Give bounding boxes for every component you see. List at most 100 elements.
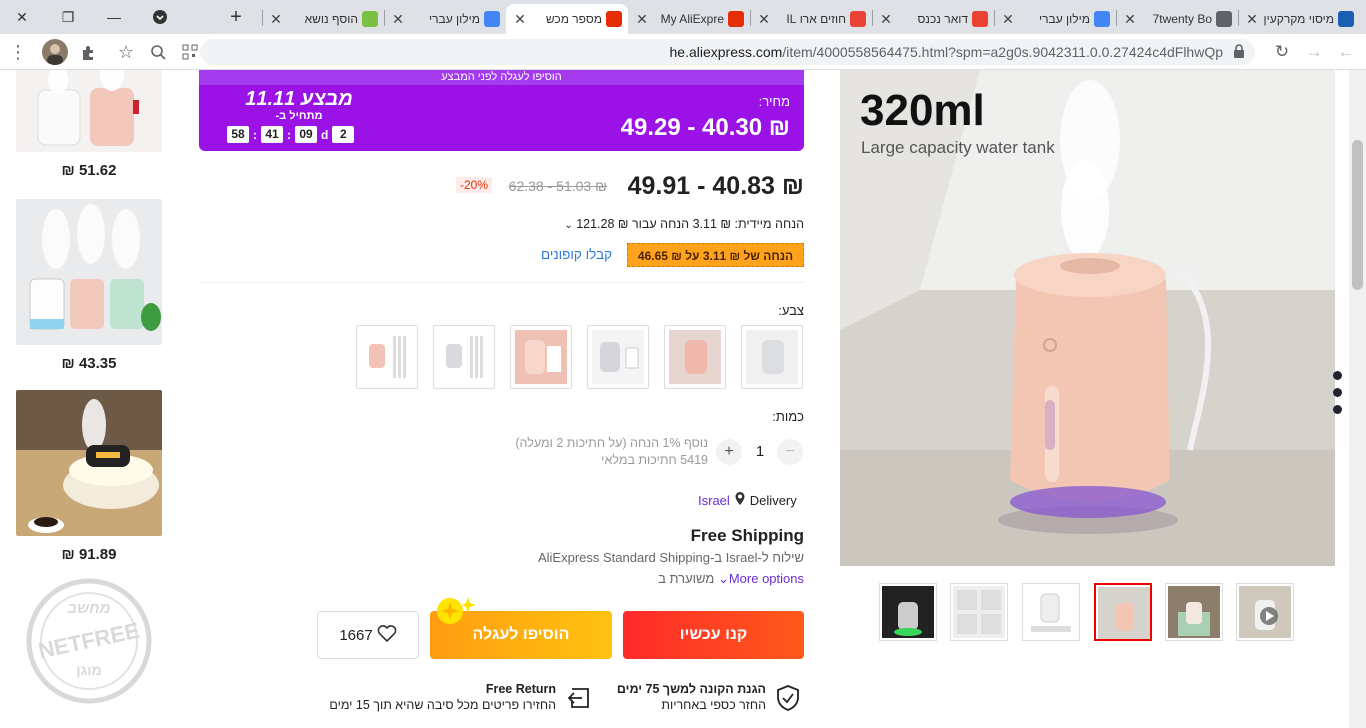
address-bar[interactable]: he.aliexpress.com/item/4000558564475.htm… bbox=[200, 39, 1255, 65]
chevron-down-icon: ⌄ bbox=[717, 571, 729, 586]
back-arrow-icon[interactable]: ← bbox=[1334, 40, 1358, 64]
watermark-top-text: מחשב bbox=[67, 600, 111, 617]
reload-icon[interactable]: ↻ bbox=[1270, 40, 1294, 64]
tab-title: דואר נכנס bbox=[917, 12, 968, 26]
qr-code-icon[interactable] bbox=[178, 40, 202, 64]
buy-now-button[interactable]: קנו עכשיו bbox=[623, 611, 804, 659]
delivery-country-link[interactable]: Israel bbox=[698, 493, 730, 508]
more-options-label: More options bbox=[728, 571, 804, 586]
free-shipping-title: Free Shipping bbox=[690, 526, 804, 545]
instant-discount-label: הנחה מיידית: ₪ 3.11 הנחה עבור ₪ 121.28 bbox=[576, 217, 804, 231]
menu-dots-icon[interactable]: ⋮ bbox=[6, 40, 30, 64]
color-label: צבע: bbox=[778, 303, 804, 318]
tab-title: מספר מכש bbox=[545, 12, 602, 26]
countdown-minutes: 41 bbox=[261, 126, 283, 143]
main-product-image[interactable]: 320ml Large capacity water tank bbox=[840, 70, 1335, 566]
recommendation-image[interactable] bbox=[16, 70, 162, 152]
forward-arrow-icon[interactable]: → bbox=[1302, 40, 1326, 64]
close-tab-icon[interactable]: ✕ bbox=[268, 11, 284, 28]
browser-tab[interactable]: ✕ My AliExpre bbox=[628, 4, 750, 34]
extensions-icon[interactable] bbox=[76, 40, 100, 64]
tab-title: מיסוי מקרקעין bbox=[1263, 12, 1334, 26]
gmail-icon bbox=[850, 11, 866, 27]
quantity-value[interactable]: 1 bbox=[748, 443, 772, 460]
gmail-icon bbox=[972, 11, 988, 27]
browser-tab[interactable]: ✕ דואר נכנס bbox=[872, 4, 994, 34]
carousel-dots[interactable] bbox=[1333, 371, 1342, 414]
recommendation-card[interactable]: 43.35 ₪ bbox=[16, 199, 162, 372]
recommendation-price: 91.89 ₪ bbox=[61, 546, 117, 563]
close-tab-icon[interactable]: ✕ bbox=[1122, 11, 1138, 28]
tab-search-icon[interactable] bbox=[138, 0, 182, 34]
recommendation-price: 51.62 ₪ bbox=[61, 162, 117, 179]
close-tab-icon[interactable]: ✕ bbox=[390, 11, 406, 28]
browser-tab[interactable]: ✕ מילון עברי bbox=[384, 4, 506, 34]
close-tab-icon[interactable]: ✕ bbox=[634, 11, 650, 28]
recommendation-card[interactable]: 91.89 ₪ bbox=[16, 390, 162, 563]
get-coupons-link[interactable]: קבלו קופונים bbox=[541, 247, 612, 262]
close-tab-icon[interactable]: ✕ bbox=[1244, 11, 1260, 28]
color-option[interactable] bbox=[356, 325, 418, 389]
gallery-image-title: 320ml bbox=[860, 86, 985, 135]
restore-window-icon[interactable]: ❐ bbox=[46, 0, 90, 34]
new-tab-button[interactable]: + bbox=[214, 0, 258, 34]
zoom-icon[interactable] bbox=[146, 40, 170, 64]
color-option[interactable] bbox=[741, 325, 803, 389]
color-option[interactable] bbox=[664, 325, 726, 389]
coupon-badge[interactable]: הנחה של ₪ 3.11 על ₪ 46.65 bbox=[627, 243, 804, 267]
sale-title: מבצע 11.11 bbox=[245, 88, 353, 110]
close-tab-icon[interactable]: ✕ bbox=[1000, 11, 1016, 28]
browser-tab[interactable]: ✕ הוסף נושא bbox=[262, 4, 384, 34]
close-tab-icon[interactable]: ✕ bbox=[512, 11, 528, 28]
scrollbar-thumb[interactable] bbox=[1352, 140, 1363, 290]
bookmark-star-icon[interactable]: ☆ bbox=[114, 40, 138, 64]
tab-title: My AliExpre bbox=[660, 12, 724, 26]
color-option[interactable] bbox=[433, 325, 495, 389]
gallery-thumbnail[interactable] bbox=[1022, 583, 1080, 641]
browser-tab[interactable]: ✕ מיסוי מקרקעין bbox=[1238, 4, 1360, 34]
quantity-increase-button[interactable]: + bbox=[716, 439, 742, 465]
color-option[interactable] bbox=[510, 325, 572, 389]
gallery-thumbnail[interactable] bbox=[879, 583, 937, 641]
recommendation-image[interactable] bbox=[16, 199, 162, 345]
google-icon bbox=[484, 11, 500, 27]
page-scrollbar[interactable] bbox=[1349, 70, 1366, 728]
countdown-days: 2 bbox=[332, 126, 355, 143]
close-tab-icon[interactable]: ✕ bbox=[878, 11, 894, 28]
minimize-window-icon[interactable]: — bbox=[92, 0, 136, 34]
delivery-row: Israel Delivery bbox=[698, 492, 797, 508]
close-window-icon[interactable]: ✕ bbox=[0, 0, 44, 34]
free-return-title: Free Return bbox=[485, 682, 556, 696]
tab-separator bbox=[262, 10, 263, 26]
browser-tab[interactable]: ✕ חוזים ארו IL bbox=[750, 4, 872, 34]
chat-icon bbox=[362, 11, 378, 27]
gallery-thumbnail[interactable] bbox=[1236, 583, 1294, 641]
close-tab-icon[interactable]: ✕ bbox=[756, 11, 772, 28]
quantity-decrease-button[interactable]: − bbox=[777, 439, 803, 465]
tab-separator bbox=[384, 10, 385, 26]
instant-discount-text[interactable]: הנחה מיידית: ₪ 3.11 הנחה עבור ₪ 121.28 ⌄ bbox=[564, 217, 804, 231]
chevron-down-icon[interactable]: ⌄ bbox=[564, 220, 572, 231]
recommendation-image[interactable] bbox=[16, 390, 162, 536]
netfree-watermark: מחשב NETFREE מוגן bbox=[26, 578, 152, 704]
more-options-link[interactable]: More options⌄ bbox=[718, 571, 804, 586]
globe-icon bbox=[1216, 11, 1232, 27]
recommendation-card[interactable]: 51.62 ₪ bbox=[16, 70, 162, 179]
location-pin-icon bbox=[735, 492, 745, 508]
delivery-label: Delivery bbox=[749, 492, 797, 508]
browser-tab[interactable]: ✕ 7twenty Bo bbox=[1116, 4, 1238, 34]
wishlist-button[interactable]: 1667 bbox=[317, 611, 419, 659]
gallery-thumbnail[interactable] bbox=[950, 583, 1008, 641]
browser-tab[interactable]: ✕ מילון עברי bbox=[994, 4, 1116, 34]
product-page: 51.62 ₪ 43.35 ₪ 91.89 ₪ מחשב NETFREE מוג… bbox=[0, 70, 1366, 728]
color-option[interactable] bbox=[587, 325, 649, 389]
gallery-thumbnail[interactable] bbox=[1094, 583, 1152, 641]
gallery-thumbnail[interactable] bbox=[1165, 583, 1223, 641]
tab-separator bbox=[994, 10, 995, 26]
tab-strip: ✕ ❐ — + ✕ מיסוי מקרקעין ✕ 7twenty Bo ✕ מילון … bbox=[0, 0, 1366, 34]
browser-tab[interactable]: ✕ מספר מכש bbox=[506, 4, 628, 34]
lock-icon[interactable] bbox=[1233, 44, 1245, 64]
tab-separator bbox=[750, 10, 751, 26]
url-text[interactable]: he.aliexpress.com/item/4000558564475.htm… bbox=[670, 44, 1224, 60]
profile-avatar[interactable] bbox=[42, 39, 68, 65]
